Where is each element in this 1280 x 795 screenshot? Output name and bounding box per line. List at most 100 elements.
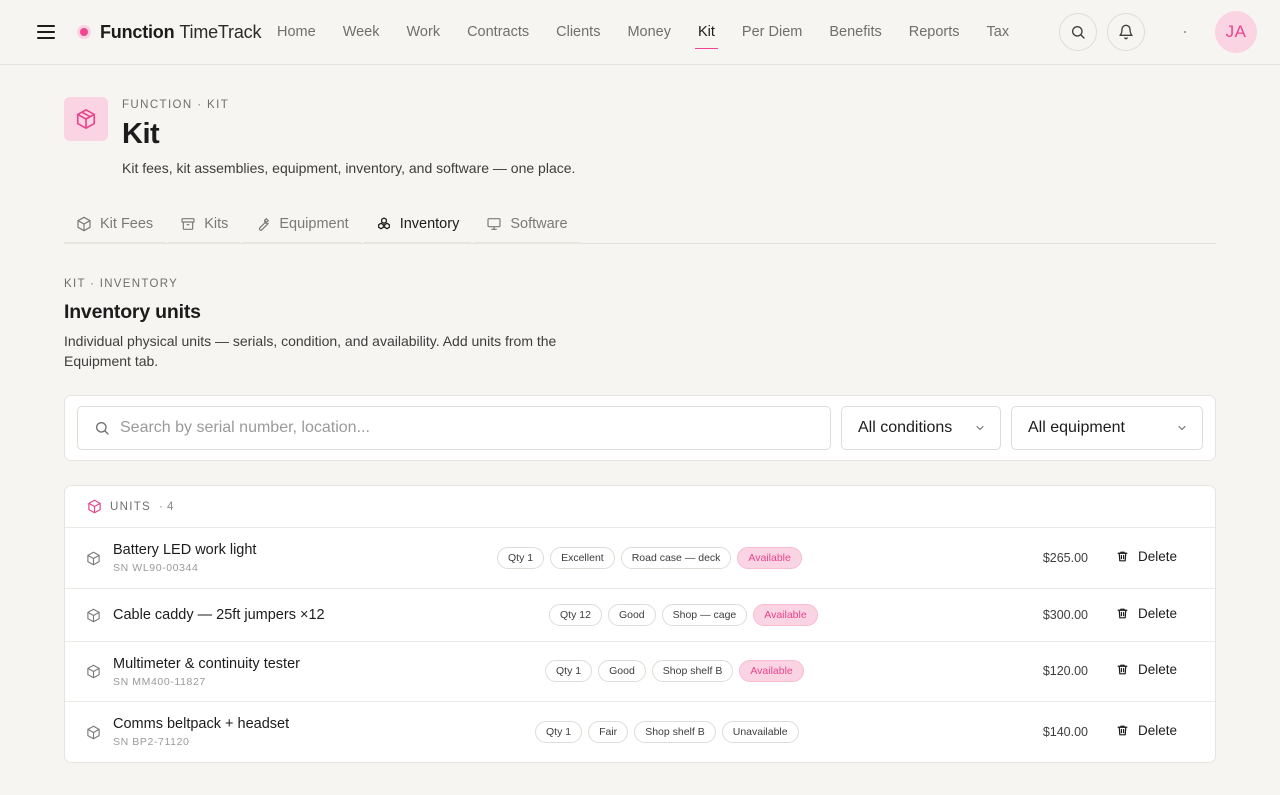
monitor-icon — [487, 218, 501, 230]
main-nav: Home Week Work Contracts Clients Money K… — [277, 0, 1036, 64]
table-row[interactable]: Multimeter & continuity tester SN MM400-… — [65, 642, 1215, 702]
location-badge: Shop — cage — [661, 604, 748, 626]
unit-chips: Qty 1 Excellent Road case — deck Availab… — [497, 547, 808, 569]
condition-badge: Good — [598, 660, 646, 682]
nav-work[interactable]: Work — [407, 0, 441, 64]
units-header: UNITS · 4 — [65, 486, 1215, 528]
delete-button[interactable]: Delete — [1116, 549, 1177, 564]
trash-icon — [1117, 725, 1128, 736]
nav-money[interactable]: Money — [627, 0, 671, 64]
delete-label: Delete — [1138, 606, 1178, 621]
delete-button[interactable]: Delete — [1116, 606, 1177, 621]
search-icon — [96, 422, 109, 435]
qty-badge: Qty 1 — [545, 660, 593, 682]
tab-kits[interactable]: Kits — [168, 206, 241, 244]
units-count: · 4 — [159, 500, 174, 513]
tab-label: Inventory — [399, 216, 460, 232]
status-dot-icon — [1184, 31, 1186, 33]
unit-chips: Qty 1 Good Shop shelf B Available — [545, 660, 810, 682]
section-eyebrow: KIT · INVENTORY — [64, 278, 179, 290]
unit-name: Battery LED work light — [113, 542, 257, 558]
search-input[interactable] — [120, 419, 800, 437]
tab-software[interactable]: Software — [474, 206, 580, 244]
delete-button[interactable]: Delete — [1116, 662, 1177, 677]
nav-benefits[interactable]: Benefits — [829, 0, 881, 64]
nav-week[interactable]: Week — [343, 0, 380, 64]
package-icon — [76, 109, 96, 129]
table-row[interactable]: Battery LED work light SN WL90-00344 Qty… — [65, 528, 1215, 589]
page-title: Kit — [122, 118, 160, 150]
section-description: Individual physical units — serials, con… — [64, 333, 557, 369]
unit-chips: Qty 12 Good Shop — cage Available — [549, 604, 824, 626]
unit-name: Comms beltpack + headset — [113, 716, 290, 732]
search-button[interactable] — [1059, 13, 1097, 51]
box-icon — [87, 551, 100, 566]
search-box[interactable] — [77, 406, 831, 450]
status-badge: Available — [739, 660, 804, 682]
delete-label: Delete — [1138, 549, 1178, 564]
tab-equipment[interactable]: Equipment — [243, 206, 361, 244]
condition-badge: Excellent — [550, 547, 615, 569]
location-badge: Shop shelf B — [651, 660, 734, 682]
table-row[interactable]: Cable caddy — 25ft jumpers ×12 Qty 12 Go… — [65, 589, 1215, 642]
nav-per-diem[interactable]: Per Diem — [742, 0, 802, 64]
location-badge: Shop shelf B — [634, 721, 716, 743]
status-badge: Available — [753, 604, 818, 626]
notifications-button[interactable] — [1107, 13, 1145, 51]
top-bar: Function TimeTrack Home Week Work Contra… — [0, 0, 1280, 65]
menu-icon[interactable] — [34, 20, 58, 44]
tab-inventory[interactable]: Inventory — [363, 206, 472, 244]
trash-icon — [1117, 608, 1128, 619]
condition-select[interactable]: All conditions — [841, 406, 1001, 450]
tab-label: Kits — [204, 216, 229, 232]
brand-dot-icon — [80, 28, 88, 36]
unit-price: $265.00 — [1042, 551, 1088, 565]
section-title: Inventory units — [64, 301, 201, 323]
units-label: UNITS — [110, 500, 151, 513]
unit-chips: Qty 1 Fair Shop shelf B Unavailable — [535, 721, 805, 743]
unit-name: Multimeter & continuity tester — [113, 656, 300, 672]
box-icon — [87, 664, 100, 679]
delete-label: Delete — [1138, 662, 1178, 677]
user-avatar[interactable]: JA — [1215, 11, 1257, 53]
tab-label: Kit Fees — [100, 216, 154, 232]
unit-serial: SN BP2-71120 — [113, 736, 190, 748]
unit-serial: SN WL90-00344 — [113, 562, 199, 574]
unit-price: $300.00 — [1042, 608, 1088, 622]
chevron-down-icon — [1178, 425, 1186, 431]
brand-name: Function — [100, 21, 175, 42]
page-eyebrow: FUNCTION · KIT — [122, 99, 230, 111]
wrench-icon — [259, 218, 270, 231]
nav-kit[interactable]: Kit — [695, 0, 718, 64]
qty-badge: Qty 12 — [549, 604, 602, 626]
equipment-select[interactable]: All equipment — [1011, 406, 1203, 450]
units-list: UNITS · 4 Battery LED work light SN WL90… — [64, 485, 1216, 763]
unit-serial: SN MM400-11827 — [113, 676, 206, 688]
condition-badge: Fair — [588, 721, 629, 743]
trash-icon — [1117, 664, 1128, 675]
box-icon — [77, 216, 91, 232]
tab-label: Software — [510, 216, 568, 232]
search-icon — [1072, 26, 1085, 39]
boxes-icon — [377, 217, 390, 230]
nav-contracts[interactable]: Contracts — [467, 0, 529, 64]
tab-kit-fees[interactable]: Kit Fees — [64, 206, 166, 244]
location-badge: Road case — deck — [620, 547, 732, 569]
bell-icon — [1119, 24, 1133, 40]
nav-home[interactable]: Home — [277, 0, 316, 64]
brand-product: TimeTrack — [179, 21, 262, 42]
nav-clients[interactable]: Clients — [556, 0, 600, 64]
qty-badge: Qty 1 — [535, 721, 583, 743]
unit-name: Cable caddy — 25ft jumpers ×12 — [113, 607, 325, 623]
brand-logo[interactable]: Function TimeTrack — [78, 20, 261, 44]
tab-label: Equipment — [279, 216, 349, 232]
unit-price: $120.00 — [1042, 664, 1088, 678]
status-badge: Unavailable — [721, 721, 799, 743]
archive-icon — [181, 218, 195, 230]
delete-button[interactable]: Delete — [1116, 723, 1177, 738]
chevron-down-icon — [976, 425, 984, 431]
nav-tax[interactable]: Tax — [987, 0, 1010, 64]
table-row[interactable]: Comms beltpack + headset SN BP2-71120 Qt… — [65, 702, 1215, 762]
nav-reports[interactable]: Reports — [909, 0, 960, 64]
condition-badge: Good — [607, 604, 656, 626]
